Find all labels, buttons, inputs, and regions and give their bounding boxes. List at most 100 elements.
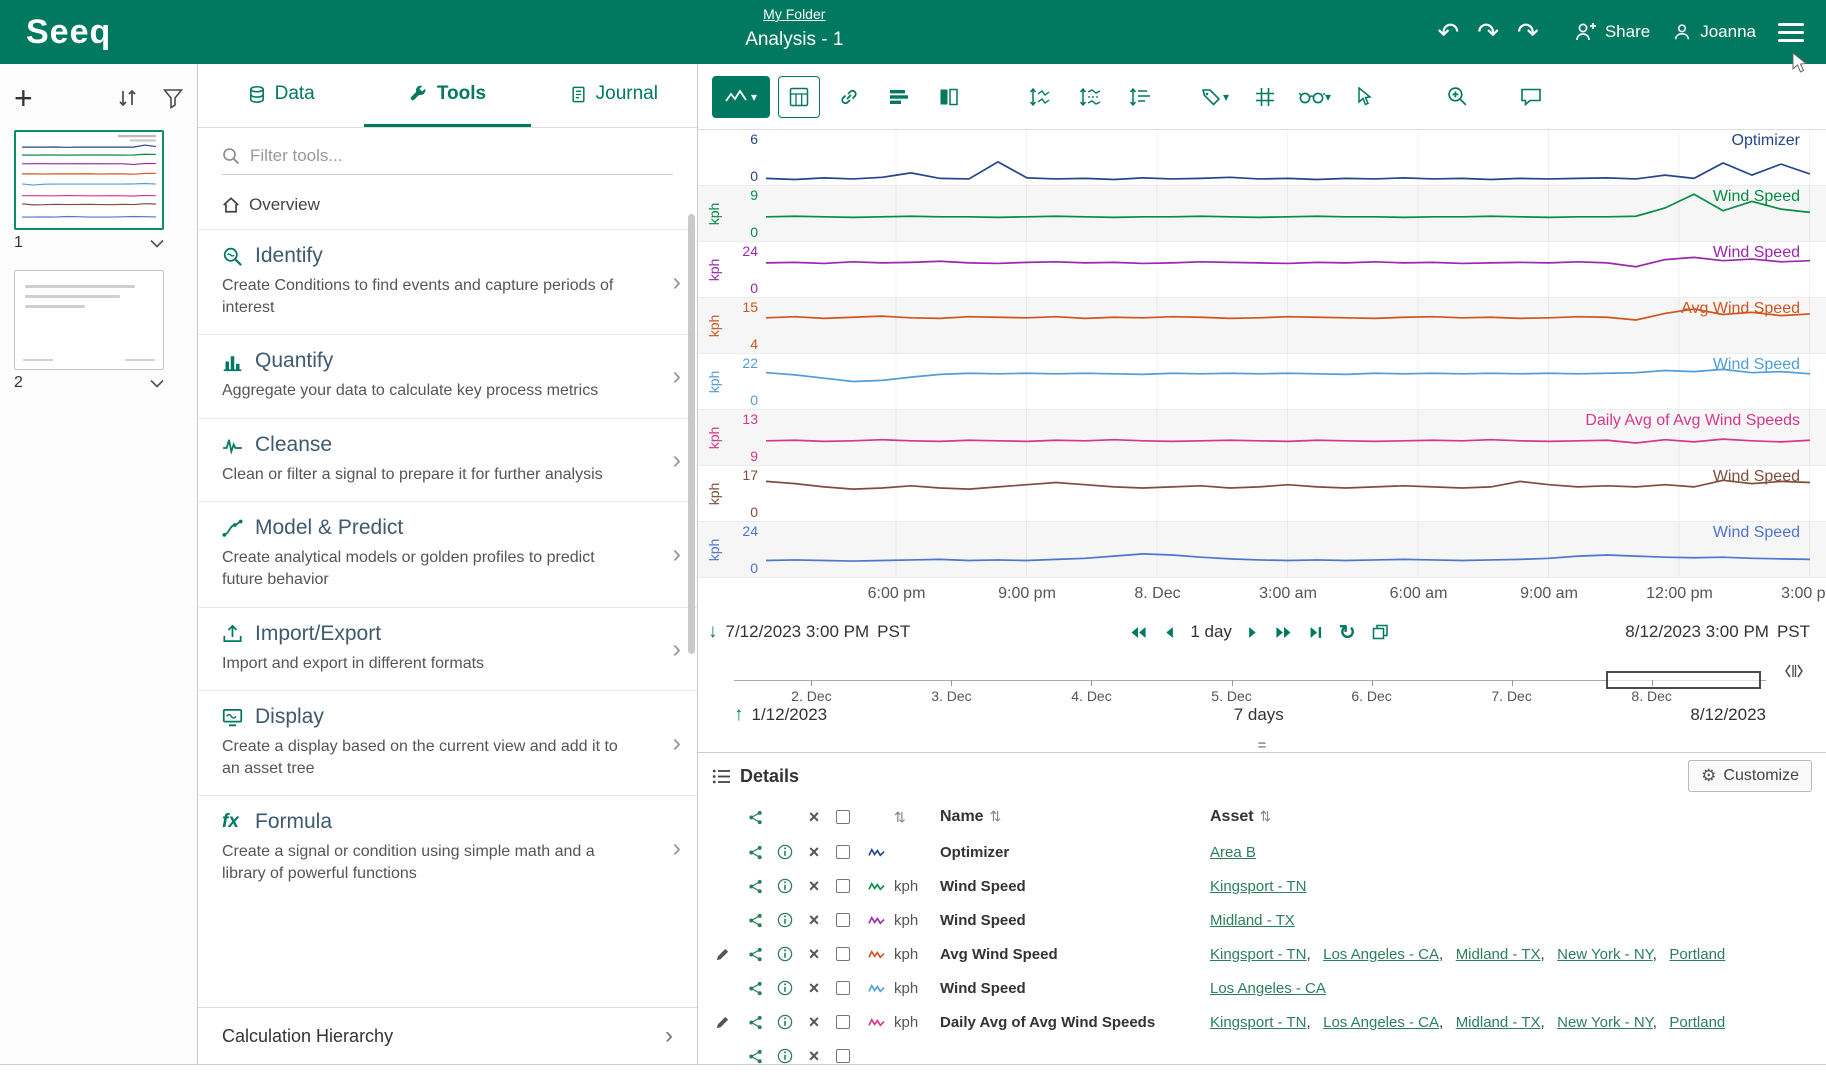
asset-link[interactable]: Portland: [1669, 946, 1725, 963]
edit-pencil-icon[interactable]: [715, 1015, 730, 1030]
worksheet-thumbnail-1[interactable]: [14, 130, 164, 230]
item-checkbox[interactable]: [836, 981, 850, 995]
lane-plot[interactable]: Daily Avg of Avg Wind Speeds: [766, 410, 1810, 465]
lane-plot[interactable]: Wind Speed: [766, 466, 1810, 521]
overview-track[interactable]: 2. Dec3. Dec4. Dec5. Dec6. Dec7. Dec8. D…: [734, 658, 1766, 700]
zoom-in-button[interactable]: [1436, 76, 1478, 118]
column-header-asset[interactable]: Asset: [1210, 808, 1254, 825]
asset-link[interactable]: Kingsport - TN: [1210, 878, 1306, 895]
range-duration[interactable]: 1 day: [1190, 622, 1232, 642]
sort-worksheets-icon[interactable]: [117, 87, 139, 109]
asset-link[interactable]: Kingsport - TN: [1210, 946, 1306, 963]
auto-update-button[interactable]: ↻: [1339, 620, 1356, 645]
item-checkbox[interactable]: [836, 1015, 850, 1029]
one-axis-button[interactable]: [1120, 76, 1162, 118]
tab-data[interactable]: Data: [198, 64, 364, 127]
step-forward-button[interactable]: [1248, 626, 1259, 639]
one-lane-button[interactable]: [1020, 76, 1062, 118]
calculation-hierarchy-link[interactable]: Calculation Hierarchy ›: [198, 1007, 697, 1064]
tool-item-model-predict[interactable]: Model & Predict Create analytical models…: [198, 501, 697, 606]
step-back-many-button[interactable]: [1129, 626, 1147, 639]
filter-tools-input[interactable]: [250, 146, 673, 166]
filter-worksheets-icon[interactable]: [163, 87, 183, 109]
lane-plot[interactable]: Wind Speed: [766, 522, 1810, 577]
item-share-icon[interactable]: [748, 1049, 763, 1064]
investigate-start-date[interactable]: 1/12/2023: [752, 705, 828, 725]
lane-y-axis[interactable]: kph90: [698, 186, 766, 241]
item-checkbox[interactable]: [836, 947, 850, 961]
details-table-row[interactable]: ×kphAvg Wind SpeedKingsport - TN, Los An…: [698, 937, 1826, 971]
item-share-icon[interactable]: [748, 981, 763, 996]
lane-y-axis[interactable]: kph139: [698, 410, 766, 465]
asset-link[interactable]: Portland: [1669, 1014, 1725, 1031]
tool-item-cleanse[interactable]: Cleanse Clean or filter a signal to prep…: [198, 418, 697, 502]
range-end-date[interactable]: 8/12/2023 3:00 PM: [1625, 622, 1769, 642]
lane-y-axis[interactable]: kph170: [698, 466, 766, 521]
lane-plot[interactable]: Avg Wind Speed: [766, 298, 1810, 353]
duplicate-range-button[interactable]: [1372, 624, 1389, 640]
step-to-end-button[interactable]: [1309, 626, 1323, 639]
worksheet-options-chevron[interactable]: [150, 379, 164, 388]
sort-icon[interactable]: ⇅: [990, 808, 1002, 824]
info-icon[interactable]: [777, 844, 793, 860]
asset-link[interactable]: New York - NY: [1557, 1014, 1653, 1031]
remove-item-icon[interactable]: ×: [809, 842, 820, 863]
trend-x-axis[interactable]: 6:00 pm9:00 pm8. Dec3:00 am6:00 am9:00 a…: [766, 578, 1810, 612]
details-table-row[interactable]: ×kphWind SpeedLos Angeles - CA: [698, 971, 1826, 1005]
item-share-icon[interactable]: [748, 913, 763, 928]
asset-link[interactable]: Midland - TX: [1456, 946, 1541, 963]
share-button[interactable]: Share: [1575, 22, 1650, 42]
one-lane-per-signal-button[interactable]: [1070, 76, 1112, 118]
bars-view-button[interactable]: [878, 76, 920, 118]
sort-icon[interactable]: ⇅: [1260, 808, 1272, 824]
info-icon[interactable]: [777, 1014, 793, 1030]
select-all-checkbox[interactable]: [836, 810, 850, 824]
worksheet-thumbnail-2[interactable]: [14, 270, 164, 370]
tab-tools[interactable]: Tools: [364, 64, 530, 127]
remove-item-icon[interactable]: ×: [809, 1046, 820, 1065]
remove-item-icon[interactable]: ×: [809, 876, 820, 897]
item-share-icon[interactable]: [748, 947, 763, 962]
lane-plot[interactable]: Wind Speed: [766, 242, 1810, 297]
lane-plot[interactable]: Wind Speed: [766, 186, 1810, 241]
compare-view-button[interactable]: [928, 76, 970, 118]
item-share-icon[interactable]: [748, 845, 763, 860]
remove-item-icon[interactable]: ×: [809, 944, 820, 965]
lane-plot[interactable]: Optimizer: [766, 130, 1810, 185]
asset-link[interactable]: Midland - TX: [1456, 1014, 1541, 1031]
info-icon[interactable]: [777, 912, 793, 928]
user-menu[interactable]: Joanna: [1672, 22, 1756, 42]
asset-link[interactable]: Los Angeles - CA: [1323, 1014, 1439, 1031]
step-back-button[interactable]: [1163, 626, 1174, 639]
info-icon[interactable]: [777, 946, 793, 962]
asset-link[interactable]: Los Angeles - CA: [1210, 980, 1326, 997]
redo-all-icon[interactable]: ↷︎: [1517, 19, 1539, 45]
details-table-row[interactable]: ×: [698, 1039, 1826, 1064]
tool-item-import-export[interactable]: Import/Export Import and export in diffe…: [198, 607, 697, 691]
edit-pencil-icon[interactable]: [715, 947, 730, 962]
asset-link[interactable]: Los Angeles - CA: [1323, 946, 1439, 963]
details-table-row[interactable]: ×OptimizerArea B: [698, 835, 1826, 869]
info-icon[interactable]: [777, 980, 793, 996]
remove-item-icon[interactable]: ×: [809, 978, 820, 999]
asset-link[interactable]: Midland - TX: [1210, 912, 1295, 929]
item-checkbox[interactable]: [836, 845, 850, 859]
annotate-button[interactable]: [1510, 76, 1552, 118]
item-checkbox[interactable]: [836, 879, 850, 893]
remove-item-icon[interactable]: ×: [809, 1012, 820, 1033]
undo-icon[interactable]: ↶: [1437, 19, 1459, 45]
tools-scrollbar[interactable]: [688, 214, 695, 654]
info-icon[interactable]: [777, 878, 793, 894]
item-checkbox[interactable]: [836, 1049, 850, 1063]
range-start-date[interactable]: 7/12/2023 3:00 PM: [726, 622, 870, 642]
gridlines-button[interactable]: [1244, 76, 1286, 118]
details-table-row[interactable]: ×kphDaily Avg of Avg Wind SpeedsKingspor…: [698, 1005, 1826, 1039]
hamburger-menu-icon[interactable]: [1778, 18, 1804, 47]
customize-button[interactable]: ⚙ Customize: [1688, 760, 1812, 792]
overview-item[interactable]: Overview: [198, 181, 697, 229]
asset-link[interactable]: Kingsport - TN: [1210, 1014, 1306, 1031]
asset-link[interactable]: New York - NY: [1557, 946, 1653, 963]
redo-icon[interactable]: ↷: [1477, 19, 1499, 45]
lane-y-axis[interactable]: kph240: [698, 522, 766, 577]
investigate-end-date[interactable]: 8/12/2023: [1690, 705, 1766, 725]
